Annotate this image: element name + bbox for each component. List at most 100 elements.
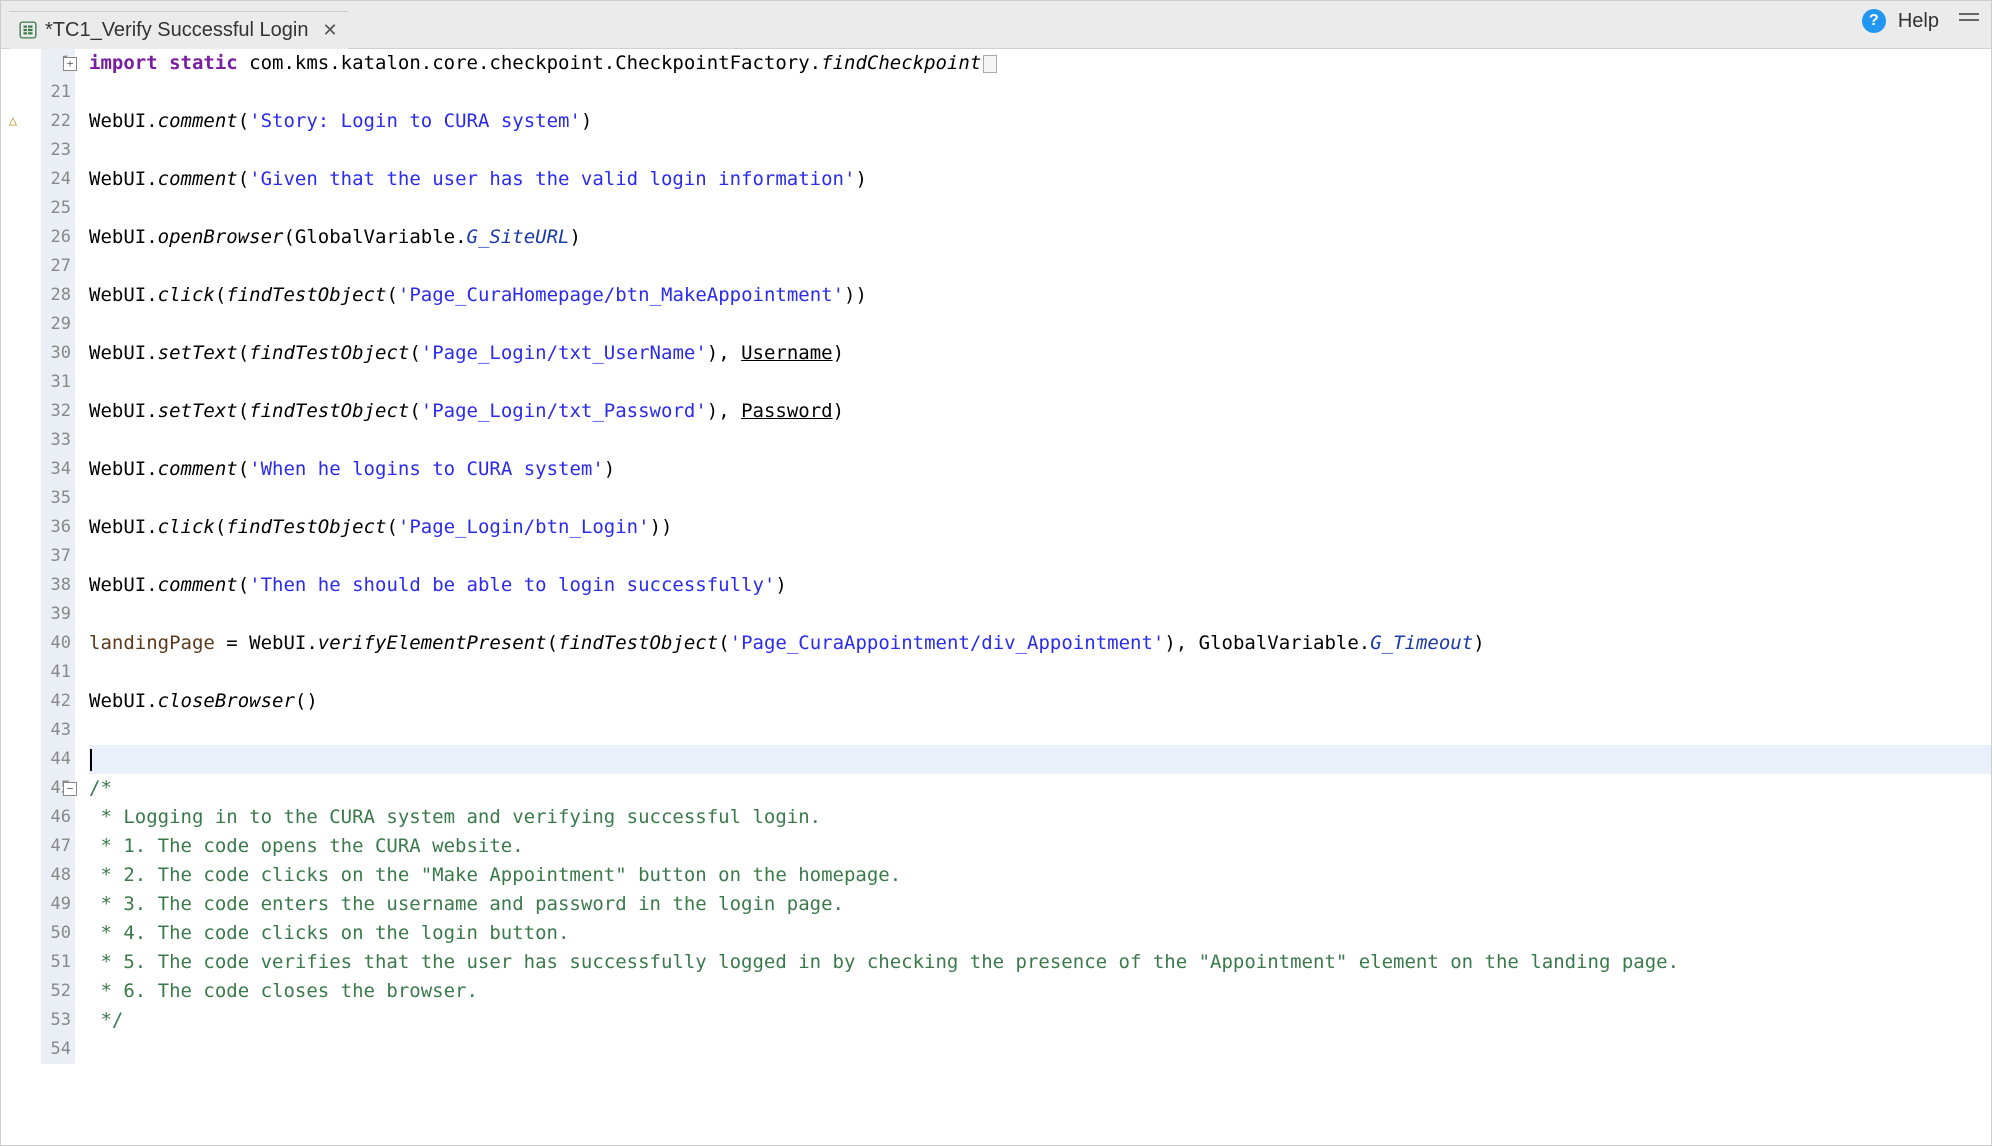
token-var: landingPage: [89, 629, 215, 658]
code-line[interactable]: * Logging in to the CURA system and veri…: [89, 803, 1991, 832]
token-punct: (: [215, 281, 226, 310]
code-line[interactable]: [89, 484, 1991, 513]
token-cls: WebUI.: [89, 339, 158, 368]
code-line[interactable]: [89, 426, 1991, 455]
code-line[interactable]: * 2. The code clicks on the "Make Appoin…: [89, 861, 1991, 890]
gutter-line: 51: [1, 948, 83, 977]
token-str: 'Page_Login/txt_UserName': [421, 339, 707, 368]
token-method: openBrowser: [158, 223, 284, 252]
token-str: 'Given that the user has the valid login…: [249, 165, 855, 194]
token-punct: (: [386, 513, 397, 542]
code-line[interactable]: * 6. The code closes the browser.: [89, 977, 1991, 1006]
token-punct: (: [409, 339, 420, 368]
token-method: closeBrowser: [158, 687, 295, 716]
help-label[interactable]: Help: [1898, 10, 1939, 33]
code-line[interactable]: [89, 658, 1991, 687]
help-icon[interactable]: ?: [1862, 9, 1886, 33]
tab-bar: *TC1_Verify Successful Login ✕ ? Help: [1, 1, 1991, 49]
token-cls: = WebUI.: [215, 629, 318, 658]
gutter-line: 39: [1, 600, 83, 629]
code-line[interactable]: WebUI.closeBrowser(): [89, 687, 1991, 716]
gutter-line: 52: [1, 977, 83, 1006]
gutter-line: 49: [1, 890, 83, 919]
code-line[interactable]: import static com.kms.katalon.core.check…: [89, 49, 1991, 78]
code-line[interactable]: * 3. The code enters the username and pa…: [89, 890, 1991, 919]
code-line[interactable]: [89, 136, 1991, 165]
fold-expand-icon[interactable]: +: [63, 57, 77, 71]
code-line[interactable]: * 5. The code verifies that the user has…: [89, 948, 1991, 977]
gutter-line: 25: [1, 194, 83, 223]
code-line[interactable]: WebUI.setText(findTestObject('Page_Login…: [89, 339, 1991, 368]
token-cls: WebUI.: [89, 687, 158, 716]
token-punct: ),: [707, 397, 741, 426]
code-line[interactable]: [89, 716, 1991, 745]
token-kw: static: [169, 49, 238, 78]
editor-tab[interactable]: *TC1_Verify Successful Login ✕: [9, 11, 348, 49]
gutter-line: 47: [1, 832, 83, 861]
code-line[interactable]: WebUI.click(findTestObject('Page_CuraHom…: [89, 281, 1991, 310]
code-line[interactable]: [89, 542, 1991, 571]
gutter-line: 38: [1, 571, 83, 600]
token-punct: ): [604, 455, 615, 484]
token-punct: ): [775, 571, 786, 600]
gutter-line: 26: [1, 223, 83, 252]
code-line[interactable]: WebUI.comment('When he logins to CURA sy…: [89, 455, 1991, 484]
token-method: comment: [158, 107, 238, 136]
folded-code-icon[interactable]: [983, 55, 997, 73]
code-line[interactable]: [89, 600, 1991, 629]
token-punct: (: [238, 107, 249, 136]
code-line[interactable]: [89, 252, 1991, 281]
token-punct: ): [833, 339, 844, 368]
token-field: G_SiteURL: [467, 223, 570, 252]
code-area[interactable]: import static com.kms.katalon.core.check…: [83, 49, 1991, 1145]
token-method: findCheckpoint: [821, 49, 981, 78]
gutter-line: 36: [1, 513, 83, 542]
code-line[interactable]: WebUI.comment('Then he should be able to…: [89, 571, 1991, 600]
token-method: findTestObject: [249, 339, 409, 368]
gutter-line: 54: [1, 1035, 83, 1064]
code-line[interactable]: */: [89, 1006, 1991, 1035]
token-method: click: [158, 513, 215, 542]
token-punct: )): [650, 513, 673, 542]
token-cls: com.kms.katalon.core.checkpoint.Checkpoi…: [238, 49, 821, 78]
token-method: findTestObject: [558, 629, 718, 658]
token-method: click: [158, 281, 215, 310]
token-method: findTestObject: [226, 281, 386, 310]
token-method: findTestObject: [249, 397, 409, 426]
restore-icon[interactable]: [1959, 13, 1979, 21]
code-line[interactable]: [89, 194, 1991, 223]
code-line[interactable]: WebUI.openBrowser(GlobalVariable.G_SiteU…: [89, 223, 1991, 252]
code-line[interactable]: [89, 78, 1991, 107]
token-comment: * 6. The code closes the browser.: [89, 977, 478, 1006]
token-comment: * 1. The code opens the CURA website.: [89, 832, 524, 861]
code-editor[interactable]: 1+2122△232425262728293031323334353637383…: [1, 49, 1991, 1145]
gutter-line: 23: [1, 136, 83, 165]
code-line[interactable]: [89, 745, 1991, 774]
gutter-line: 32: [1, 397, 83, 426]
token-punct: (: [409, 397, 420, 426]
code-line[interactable]: [89, 368, 1991, 397]
fold-collapse-icon[interactable]: −: [63, 782, 77, 796]
code-line[interactable]: WebUI.click(findTestObject('Page_Login/b…: [89, 513, 1991, 542]
code-line[interactable]: [89, 310, 1991, 339]
code-line[interactable]: * 1. The code opens the CURA website.: [89, 832, 1991, 861]
gutter-line: 44: [1, 745, 83, 774]
code-line[interactable]: WebUI.comment('Story: Login to CURA syst…: [89, 107, 1991, 136]
gutter-line: 24: [1, 165, 83, 194]
code-line[interactable]: [89, 1035, 1991, 1064]
token-punct: ): [1473, 629, 1484, 658]
code-line[interactable]: WebUI.setText(findTestObject('Page_Login…: [89, 397, 1991, 426]
token-punct: (: [238, 397, 249, 426]
code-line[interactable]: * 4. The code clicks on the login button…: [89, 919, 1991, 948]
token-underline: Password: [741, 397, 833, 426]
close-icon[interactable]: ✕: [322, 20, 337, 41]
code-line[interactable]: WebUI.comment('Given that the user has t…: [89, 165, 1991, 194]
code-line[interactable]: /*: [89, 774, 1991, 803]
token-cls: WebUI.: [89, 165, 158, 194]
token-punct: ), GlobalVariable.: [1164, 629, 1370, 658]
gutter-line: 30: [1, 339, 83, 368]
code-line[interactable]: landingPage = WebUI.verifyElementPresent…: [89, 629, 1991, 658]
token-punct: (: [718, 629, 729, 658]
token-punct: ),: [707, 339, 741, 368]
token-punct: [158, 49, 169, 78]
